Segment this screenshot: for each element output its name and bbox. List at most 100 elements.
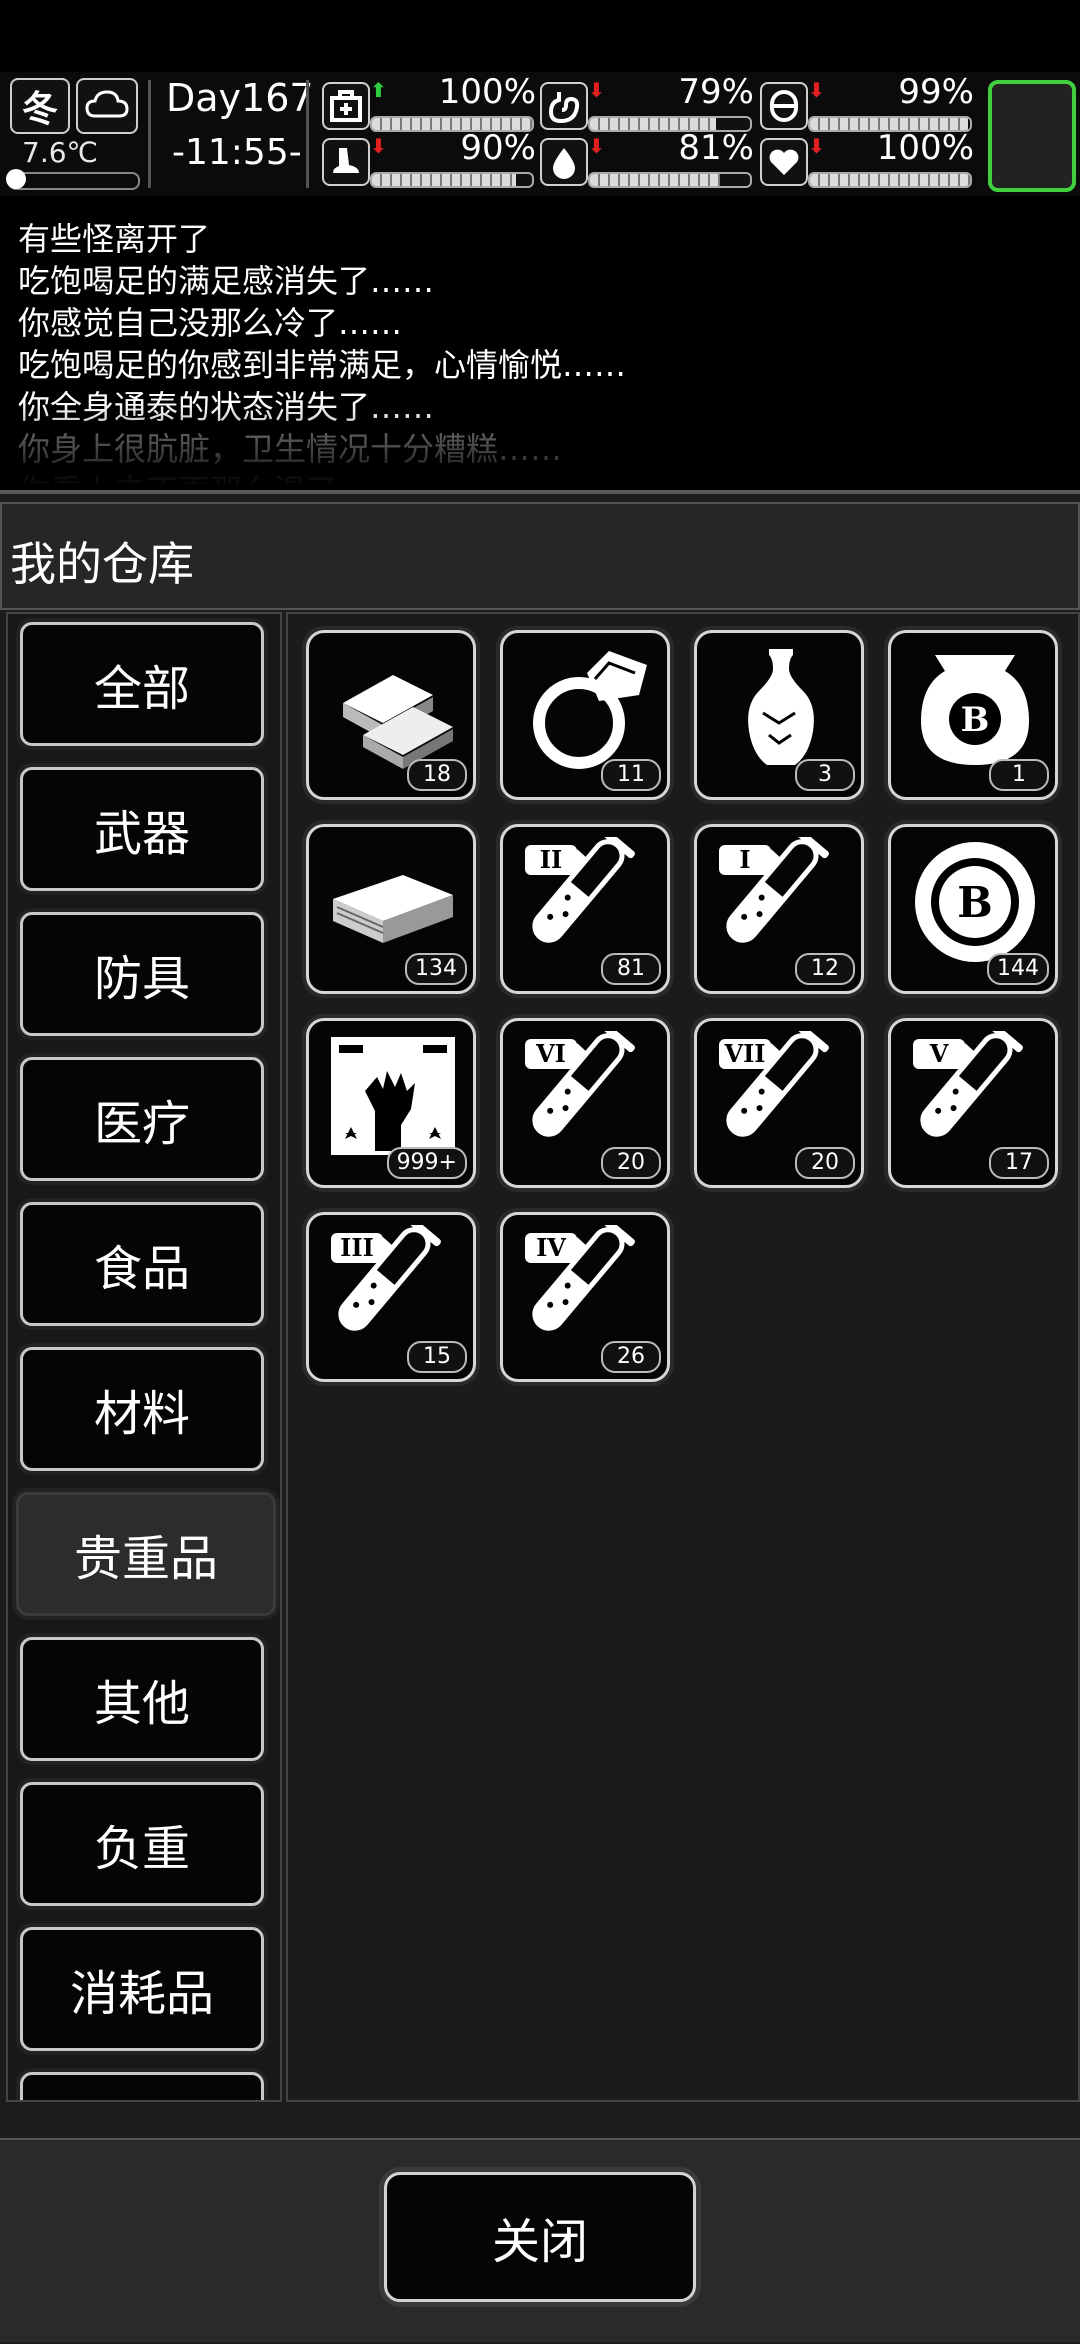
category-tab[interactable]: 武器 <box>20 767 264 891</box>
footer-bar: 关闭 <box>0 2138 1080 2342</box>
item-slot[interactable]: 134 <box>306 824 476 994</box>
season-badge: 冬 <box>10 78 70 134</box>
category-tab[interactable]: 医疗 <box>20 1057 264 1181</box>
cash-stack-icon <box>323 837 463 967</box>
item-slot[interactable]: 3 <box>694 630 864 800</box>
character-avatar-button[interactable] <box>988 80 1076 192</box>
category-tab[interactable]: 维修 <box>20 2072 264 2100</box>
stomach-icon <box>540 82 588 130</box>
svg-text:B: B <box>961 700 990 740</box>
item-count-badge: 26 <box>601 1341 661 1373</box>
stat-foot: ⬇ 90% <box>322 128 540 188</box>
category-tab[interactable]: 消耗品 <box>20 1927 264 2051</box>
svg-text:I: I <box>739 845 750 874</box>
svg-text:III: III <box>340 1233 374 1262</box>
svg-text:V: V <box>929 1039 949 1068</box>
pill-icon <box>760 82 808 130</box>
item-slot[interactable]: 18 <box>306 630 476 800</box>
test-tube-icon: V <box>905 1022 1045 1161</box>
day-counter: Day167 <box>166 76 314 120</box>
stat-value: 100% <box>876 128 974 168</box>
diamond-ring-icon <box>517 643 657 773</box>
log-line: 有些怪离开了 <box>18 220 211 258</box>
heart-icon <box>760 138 808 186</box>
foot-icon <box>322 138 370 186</box>
clock: -11:55- <box>172 132 302 173</box>
stat-bar <box>808 172 972 188</box>
temperature-readout: 7.6℃ <box>22 136 98 169</box>
stat-value: 79% <box>678 72 754 112</box>
item-count-badge: 12 <box>795 953 855 985</box>
svg-text:B: B <box>957 878 993 927</box>
vase-icon <box>711 643 851 773</box>
stat-stomach: ⬇ 79% <box>540 72 758 132</box>
category-tab[interactable]: 负重 <box>20 1782 264 1906</box>
category-sidebar[interactable]: 全部武器防具医疗食品材料贵重品其他负重消耗品维修 <box>6 612 282 2102</box>
zombie-card-icon <box>323 1031 463 1161</box>
item-slot[interactable]: B1 <box>888 630 1058 800</box>
item-count-badge: 1 <box>989 759 1049 791</box>
item-count-badge: 15 <box>407 1341 467 1373</box>
log-line: 你感觉自己没那么冷了…… <box>18 304 403 342</box>
svg-text:VI: VI <box>535 1039 566 1068</box>
item-grid: 18 11 3 B 1 134 II 81 I 12 B 144 999+ VI 20 <box>286 612 1080 2102</box>
svg-text:VII: VII <box>723 1039 765 1068</box>
weather-badge <box>76 78 138 134</box>
item-count-badge: 3 <box>795 759 855 791</box>
category-tab[interactable]: 食品 <box>20 1202 264 1326</box>
item-count-badge: 20 <box>795 1147 855 1179</box>
test-tube-icon: VI <box>517 1022 657 1161</box>
test-tube-icon: IV <box>517 1216 657 1355</box>
water-drop-icon <box>540 138 588 186</box>
b-bag-icon: B <box>905 643 1045 773</box>
item-slot[interactable]: 999+ <box>306 1018 476 1188</box>
test-tube-icon: II <box>517 828 657 967</box>
item-slot[interactable]: V 17 <box>888 1018 1058 1188</box>
test-tube-icon: III <box>323 1216 463 1355</box>
stat-medkit: ⬆ 100% <box>322 72 540 132</box>
item-slot[interactable]: IV 26 <box>500 1212 670 1382</box>
stat-pill: ⬇ 99% <box>760 72 978 132</box>
close-button[interactable]: 关闭 <box>384 2172 696 2302</box>
category-tab[interactable]: 其他 <box>20 1637 264 1761</box>
stat-value: 99% <box>898 72 974 112</box>
stat-value: 90% <box>460 128 536 168</box>
panel-header: 我的仓库 <box>0 502 1080 610</box>
category-tab[interactable]: 全部 <box>20 622 264 746</box>
category-tab[interactable]: 贵重品 <box>16 1492 276 1616</box>
b-coin-icon: B <box>905 837 1045 967</box>
stat-water-drop: ⬇ 81% <box>540 128 758 188</box>
arrow-down-icon: ⬇ <box>588 134 605 158</box>
item-slot[interactable]: II 81 <box>500 824 670 994</box>
status-bar: 冬 7.6℃ Day167 -11:55- ⬆ 100% ⬇ 79% ⬇ 99% ⬇ 90% ⬇… <box>0 72 1080 196</box>
item-slot[interactable]: VII 20 <box>694 1018 864 1188</box>
stat-value: 100% <box>438 72 536 112</box>
item-slot[interactable]: 11 <box>500 630 670 800</box>
cloud-icon <box>85 88 129 124</box>
item-count-badge: 81 <box>601 953 661 985</box>
svg-text:IV: IV <box>536 1233 566 1262</box>
item-slot[interactable]: B 144 <box>888 824 1058 994</box>
item-slot[interactable]: I 12 <box>694 824 864 994</box>
log-line: 吃饱喝足的你感到非常满足，心情愉悦…… <box>18 346 627 384</box>
item-count-badge: 20 <box>601 1147 661 1179</box>
item-count-badge: 18 <box>407 759 467 791</box>
arrow-up-icon: ⬆ <box>370 78 387 102</box>
category-tab[interactable]: 防具 <box>20 912 264 1036</box>
svg-text:II: II <box>540 845 562 874</box>
arrow-down-icon: ⬇ <box>808 134 825 158</box>
gold-bars-icon <box>323 643 463 773</box>
item-slot[interactable]: III 15 <box>306 1212 476 1382</box>
item-count-badge: 17 <box>989 1147 1049 1179</box>
warehouse-panel: 我的仓库 全部武器防具医疗食品材料贵重品其他负重消耗品维修 18113B1134… <box>0 490 1080 2344</box>
stat-heart: ⬇ 100% <box>760 128 978 188</box>
stat-value: 81% <box>678 128 754 168</box>
category-tab[interactable]: 材料 <box>20 1347 264 1471</box>
arrow-down-icon: ⬇ <box>808 78 825 102</box>
item-count-badge: 134 <box>405 953 467 985</box>
arrow-down-icon: ⬇ <box>370 134 387 158</box>
arrow-down-icon: ⬇ <box>588 78 605 102</box>
stat-bar <box>370 172 534 188</box>
item-slot[interactable]: VI 20 <box>500 1018 670 1188</box>
temperature-bar <box>6 169 140 190</box>
